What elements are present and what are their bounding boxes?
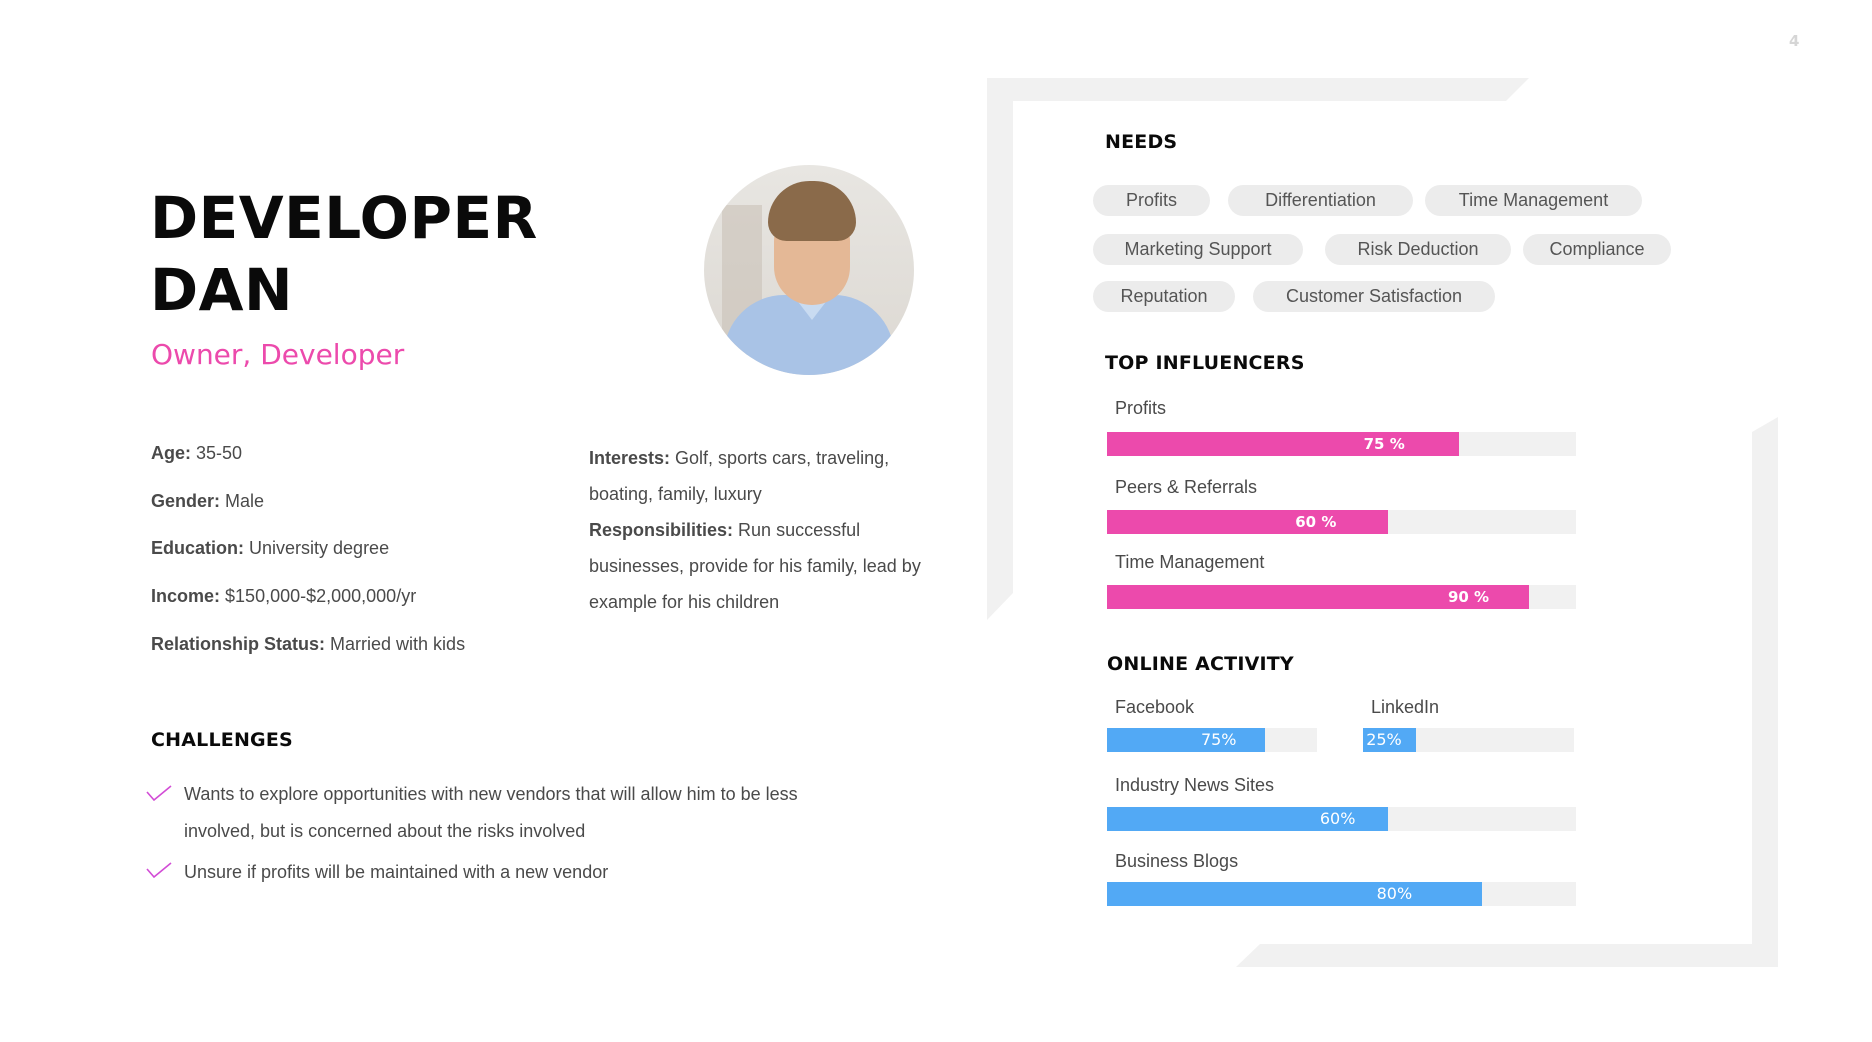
activity-bar-value: 80%: [1376, 884, 1413, 903]
activity-bar-track: 75%: [1107, 728, 1317, 752]
need-pill: Compliance: [1523, 234, 1671, 265]
activity-bar-track: 60%: [1107, 807, 1576, 831]
need-pill: Differentiation: [1228, 185, 1413, 216]
activity-bar-value: 75%: [1200, 730, 1237, 749]
online-activity-heading: ONLINE ACTIVITY: [1107, 653, 1294, 675]
influencer-bar-track: 90 %: [1107, 585, 1576, 609]
influencer-bar-fill: 60 %: [1107, 510, 1389, 534]
activity-bar-value: 60%: [1319, 809, 1356, 828]
persona-avatar: [704, 165, 914, 375]
activity-bar-track: 80%: [1107, 882, 1576, 906]
need-pill: Risk Deduction: [1325, 234, 1511, 265]
need-pill: Customer Satisfaction: [1253, 281, 1495, 312]
activity-bar-fill: 80%: [1107, 882, 1483, 906]
influencer-bar-track: 60 %: [1107, 510, 1576, 534]
activity-bar-fill: 75%: [1107, 728, 1265, 752]
need-pill: Marketing Support: [1093, 234, 1303, 265]
check-icon: [146, 785, 172, 801]
activity-label: LinkedIn: [1371, 697, 1440, 717]
frame-top-left-bracket: [987, 78, 1529, 620]
need-pill: Profits: [1093, 185, 1210, 216]
need-pill: Reputation: [1093, 281, 1235, 312]
challenges-heading: CHALLENGES: [151, 729, 293, 751]
activity-label: Industry News Sites: [1115, 775, 1275, 795]
persona-role: Owner, Developer: [151, 338, 405, 371]
check-icon: [146, 862, 172, 878]
influencer-bar-value: 75 %: [1363, 435, 1405, 453]
influencer-label: Profits: [1115, 398, 1167, 418]
challenge-item: Wants to explore opportunities with new …: [184, 784, 798, 841]
activity-bar-value: 25%: [1366, 730, 1402, 749]
persona-name: DEVELOPER DAN: [150, 184, 538, 324]
influencer-bar-value: 90 %: [1447, 588, 1490, 606]
interests: Interests: Golf, sports cars, traveling,…: [589, 448, 890, 504]
influencer-bar-fill: 90 %: [1107, 585, 1530, 609]
activity-bar-fill: 60%: [1107, 807, 1389, 831]
activity-bar-fill: 25%: [1363, 728, 1416, 752]
influencer-bar-track: 75 %: [1107, 432, 1576, 456]
need-pill: Time Management: [1425, 185, 1642, 216]
challenge-item: Unsure if profits will be maintained wit…: [184, 862, 609, 882]
activity-label: Facebook: [1115, 697, 1195, 717]
influencer-bar-fill: 75 %: [1107, 432, 1459, 456]
fact-age: Age: 35-50: [151, 443, 243, 463]
fact-income: Income: $150,000-$2,000,000/yr: [151, 586, 417, 606]
fact-education: Education: University degree: [151, 538, 390, 558]
influencer-label: Peers & Referrals: [1115, 477, 1258, 497]
interests-responsibilities: Interests: Golf, sports cars, traveling,…: [589, 440, 939, 620]
responsibilities: Responsibilities: Run successful busines…: [589, 520, 921, 612]
top-influencers-heading: TOP INFLUENCERS: [1105, 352, 1305, 374]
activity-bar-track: 25%: [1363, 728, 1574, 752]
influencer-label: Time Management: [1115, 552, 1265, 572]
needs-heading: NEEDS: [1105, 131, 1178, 153]
activity-label: Business Blogs: [1115, 851, 1239, 871]
fact-gender: Gender: Male: [151, 491, 265, 511]
fact-relationship: Relationship Status: Married with kids: [151, 634, 466, 654]
influencer-bar-value: 60 %: [1295, 513, 1337, 531]
